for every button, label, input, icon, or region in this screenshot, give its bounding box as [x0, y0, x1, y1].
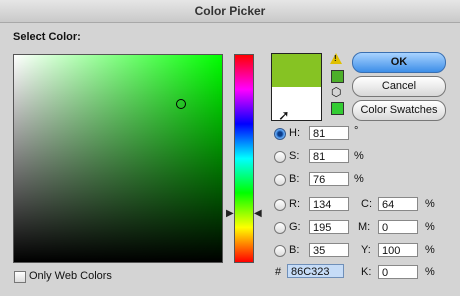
mouse-pointer-icon: ➚: [278, 107, 290, 123]
hue-slider-left-arrow[interactable]: ▶: [226, 209, 234, 219]
brightness-label: B:: [289, 173, 300, 185]
magenta-input[interactable]: 0: [378, 220, 418, 234]
saturation-unit: %: [354, 150, 364, 162]
yellow-label: Y:: [361, 244, 371, 256]
gamut-swatch[interactable]: [331, 70, 344, 83]
hue-label: H:: [289, 127, 300, 139]
select-color-label: Select Color:: [13, 31, 81, 43]
color-marker[interactable]: [176, 99, 186, 109]
web-safe-cube-icon[interactable]: ⬡: [331, 86, 341, 98]
radio-hue[interactable]: [274, 128, 286, 140]
yellow-unit: %: [425, 244, 435, 256]
web-safe-swatch[interactable]: [331, 102, 344, 115]
radio-brightness[interactable]: [274, 174, 286, 186]
hex-input[interactable]: 86C323: [287, 264, 344, 278]
radio-green[interactable]: [274, 222, 286, 234]
saturation-brightness-field[interactable]: [13, 54, 223, 263]
green-label: G:: [289, 221, 301, 233]
hue-input[interactable]: 81: [309, 126, 349, 140]
saturation-label: S:: [289, 150, 300, 162]
red-input[interactable]: 134: [309, 197, 349, 211]
hue-slider-right-arrow[interactable]: ◀: [254, 209, 262, 219]
window-title: Color Picker: [0, 0, 460, 23]
radio-saturation[interactable]: [274, 151, 286, 163]
black-label: K:: [361, 266, 372, 278]
black-unit: %: [425, 266, 435, 278]
gamut-warning-icon[interactable]: !: [330, 53, 342, 64]
saturation-input[interactable]: 81: [309, 149, 349, 163]
black-input[interactable]: 0: [378, 265, 418, 279]
cyan-label: C:: [361, 198, 372, 210]
color-swatches-button[interactable]: Color Swatches: [352, 100, 446, 121]
magenta-unit: %: [425, 221, 435, 233]
only-web-colors-checkbox[interactable]: [14, 271, 26, 283]
brightness-unit: %: [354, 173, 364, 185]
cyan-unit: %: [425, 198, 435, 210]
cyan-input[interactable]: 64: [378, 197, 418, 211]
only-web-colors-label: Only Web Colors: [29, 270, 112, 282]
ok-button[interactable]: OK: [352, 52, 446, 73]
magenta-label: M:: [358, 221, 371, 233]
yellow-input[interactable]: 100: [378, 243, 418, 257]
new-color-swatch: [272, 54, 321, 87]
hue-unit: °: [354, 125, 359, 137]
green-input[interactable]: 195: [309, 220, 349, 234]
cancel-button[interactable]: Cancel: [352, 76, 446, 97]
radio-blue[interactable]: [274, 245, 286, 257]
brightness-input[interactable]: 76: [309, 172, 349, 186]
hex-label: #: [275, 266, 282, 278]
blue-input[interactable]: 35: [309, 243, 349, 257]
red-label: R:: [289, 198, 300, 210]
radio-red[interactable]: [274, 199, 286, 211]
hue-slider[interactable]: [234, 54, 254, 263]
blue-label: B:: [289, 244, 300, 256]
